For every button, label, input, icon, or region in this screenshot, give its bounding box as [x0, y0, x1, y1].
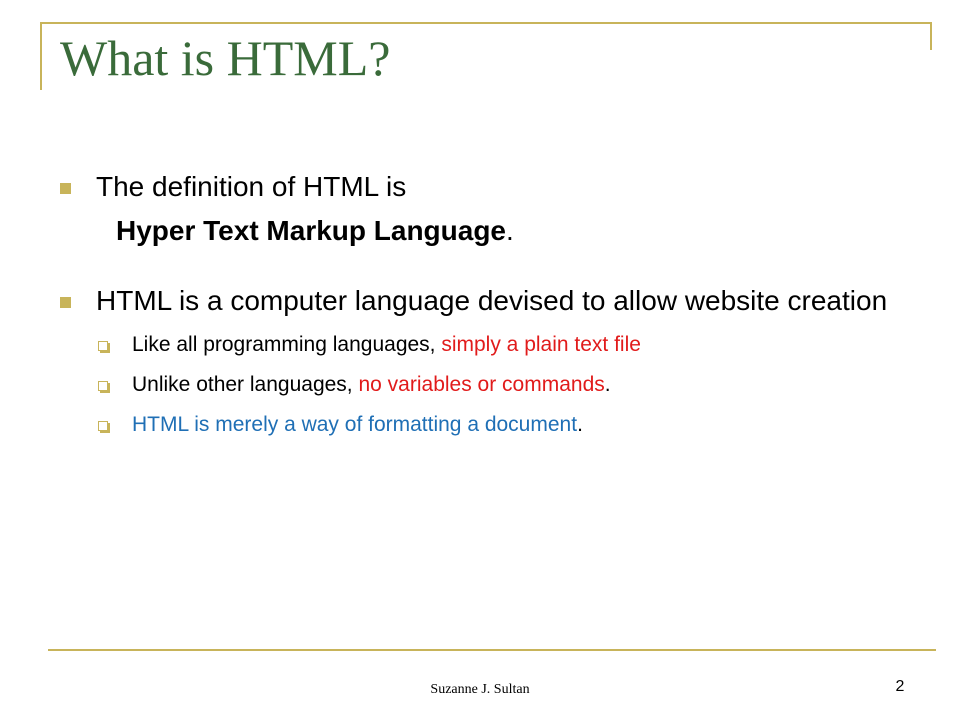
top-frame-line — [40, 22, 932, 24]
definition-subline: Hyper Text Markup Language. — [116, 214, 920, 248]
slide: What is HTML? The definition of HTML is … — [0, 0, 960, 720]
hollow-square-bullet-icon — [98, 381, 108, 391]
bullet-definition: The definition of HTML is — [60, 170, 920, 204]
bottom-frame-line — [48, 649, 936, 651]
page-number: 2 — [895, 678, 905, 695]
hollow-square-bullet-icon — [98, 341, 108, 351]
bullet-computer-language: HTML is a computer language devised to a… — [60, 284, 920, 318]
square-bullet-icon — [60, 183, 71, 194]
square-bullet-icon — [60, 297, 71, 308]
right-frame-line — [930, 22, 932, 50]
sub-bullet-plain-text: Like all programming languages, simply a… — [60, 332, 920, 358]
sub-bullet-end: . — [577, 413, 583, 436]
sub-bullet-end: . — [604, 373, 611, 396]
footer-author: Suzanne J. Sultan — [430, 682, 530, 697]
slide-content: The definition of HTML is Hyper Text Mar… — [60, 170, 920, 452]
sub-bullet-red-text: no variables or commands — [358, 373, 605, 396]
definition-bold-text: Hyper Text Markup Language — [116, 215, 507, 246]
sub-bullet-list: Like all programming languages, simply a… — [60, 332, 920, 438]
sub-bullet-formatting: HTML is merely a way of formatting a doc… — [60, 412, 920, 438]
bullet-text: The definition of HTML is — [96, 171, 407, 202]
sub-bullet-plain: Like all programming languages, — [132, 333, 442, 356]
sub-bullet-no-variables: Unlike other languages, no variables or … — [60, 372, 920, 398]
left-frame-line — [40, 22, 42, 90]
sub-bullet-blue-text: HTML is merely a way of formatting a doc… — [132, 413, 578, 436]
bullet-text: HTML is a computer language devised to a… — [96, 285, 888, 316]
sub-bullet-red-text: simply a plain text file — [441, 333, 641, 356]
hollow-square-bullet-icon — [98, 421, 108, 431]
sub-bullet-plain: Unlike other languages, — [132, 373, 359, 396]
definition-period: . — [506, 215, 514, 246]
slide-title: What is HTML? — [60, 30, 391, 86]
